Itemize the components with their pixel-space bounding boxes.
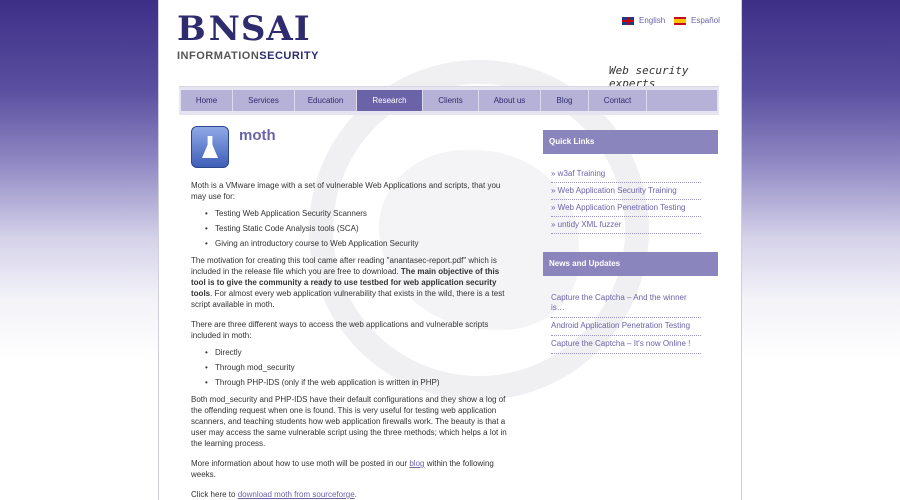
flask-icon — [191, 126, 229, 168]
news-item-captcha-winner[interactable]: Capture the Captcha – And the winner is… — [551, 290, 701, 318]
main-navigation: Home Services Education Research Clients… — [179, 86, 719, 115]
logo-sub-information: INFORMATION — [177, 50, 260, 62]
quick-links-panel: Quick Links » w3af Training » Web Applic… — [543, 130, 718, 234]
more-info-paragraph: More information about how to use moth w… — [191, 458, 513, 480]
logo-letter-b: B — [177, 9, 207, 49]
motivation-text-end: . For almost every web application vulne… — [191, 289, 505, 309]
flask-shape — [202, 136, 218, 158]
nav-research[interactable]: Research — [357, 90, 423, 111]
quick-link-web-app-pentest[interactable]: » Web Application Penetration Testing — [551, 200, 701, 217]
language-english-label: English — [639, 16, 666, 25]
logo-letters-nsai: NSAI — [208, 9, 311, 49]
nav-services[interactable]: Services — [233, 90, 295, 111]
uses-list: Testing Web Application Security Scanner… — [191, 208, 513, 249]
more-info-text: More information about how to use moth w… — [191, 459, 410, 468]
download-paragraph: Click here to download moth from sourcef… — [191, 489, 513, 500]
article: moth Moth is a VMware image with a set o… — [191, 126, 513, 500]
quick-link-w3af-training[interactable]: » w3af Training — [551, 166, 701, 183]
nav-bar: Home Services Education Research Clients… — [181, 90, 717, 111]
uk-flag-icon — [622, 16, 634, 25]
language-spanish-link[interactable]: Español — [674, 16, 720, 25]
download-text-end: . — [354, 490, 357, 499]
news-item-android-pentest[interactable]: Android Application Penetration Testing — [551, 318, 701, 336]
language-english-link[interactable]: English — [622, 16, 665, 25]
page-container: B NSAI INFORMATIONSECURITY English Españ… — [158, 0, 742, 500]
article-header: moth — [191, 126, 513, 174]
download-sourceforge-link[interactable]: download moth from sourceforge — [238, 490, 355, 499]
logo-subtitle: INFORMATIONSECURITY — [177, 50, 318, 62]
quick-links-heading: Quick Links — [543, 130, 718, 154]
bonsai-logo[interactable]: B NSAI INFORMATIONSECURITY — [177, 9, 318, 62]
motivation-paragraph: The motivation for creating this tool ca… — [191, 255, 513, 310]
spain-flag-icon — [674, 16, 686, 25]
nav-education[interactable]: Education — [295, 90, 357, 111]
list-item: Through PHP-IDS (only if the web applica… — [205, 377, 513, 388]
news-panel: News and Updates Capture the Captcha – A… — [543, 252, 718, 354]
page-title: moth — [239, 127, 276, 144]
nav-blog[interactable]: Blog — [541, 90, 589, 111]
download-text: Click here to — [191, 490, 238, 499]
intro-paragraph: Moth is a VMware image with a set of vul… — [191, 181, 501, 201]
news-item-captcha-online[interactable]: Capture the Captcha – It's now Online ! — [551, 336, 701, 354]
both-paragraph: Both mod_security and PHP-IDS have their… — [191, 395, 507, 448]
list-item: Giving an introductory course to Web App… — [205, 238, 513, 249]
list-item: Directly — [205, 347, 513, 358]
nav-about-us[interactable]: About us — [479, 90, 541, 111]
logo-sub-security: SECURITY — [259, 50, 319, 62]
language-spanish-label: Español — [691, 16, 720, 25]
access-list: Directly Through mod_security Through PH… — [191, 347, 513, 388]
quick-link-untidy-xml-fuzzer[interactable]: » untidy XML fuzzer — [551, 217, 701, 234]
logo-wordmark: B NSAI — [177, 9, 310, 49]
list-item: Through mod_security — [205, 362, 513, 373]
quick-link-web-app-security-training[interactable]: » Web Application Security Training — [551, 183, 701, 200]
news-list: Capture the Captcha – And the winner is…… — [543, 276, 718, 354]
list-item: Testing Web Application Security Scanner… — [205, 208, 513, 219]
access-intro-paragraph: There are three different ways to access… — [191, 320, 489, 340]
quick-links-list: » w3af Training » Web Application Securi… — [543, 154, 718, 234]
nav-clients[interactable]: Clients — [423, 90, 479, 111]
list-item: Testing Static Code Analysis tools (SCA) — [205, 223, 513, 234]
blog-link[interactable]: blog — [409, 459, 424, 468]
nav-contact[interactable]: Contact — [589, 90, 647, 111]
nav-home[interactable]: Home — [181, 90, 233, 111]
news-heading: News and Updates — [543, 252, 718, 276]
